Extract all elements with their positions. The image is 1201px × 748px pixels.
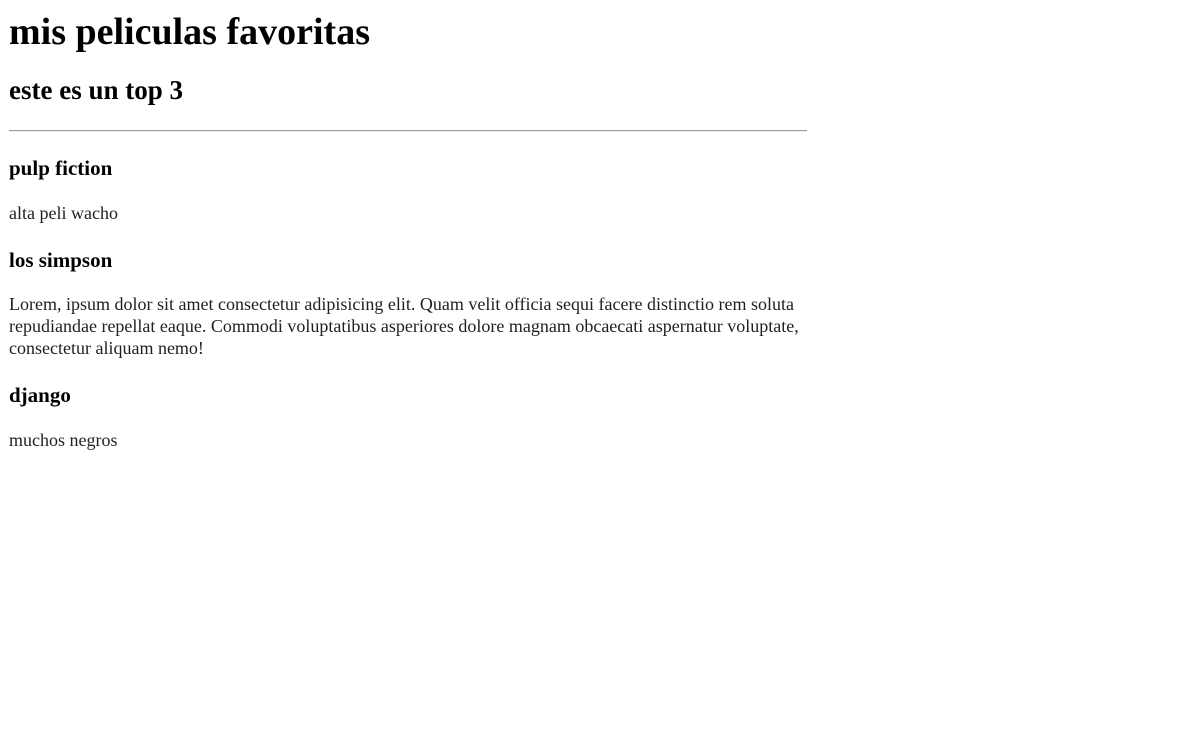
movie-title: django [9,383,71,407]
movie-item: los simpson Lorem, ipsum dolor sit amet … [9,248,807,359]
movie-description: muchos negros [9,430,118,450]
movie-description: alta peli wacho [9,203,118,223]
page: mis peliculas favoritas este es un top 3… [0,0,1201,748]
movie-title: los simpson [9,248,113,272]
movie-title: pulp fiction [9,156,113,180]
movie-item: django muchos negros [9,383,807,451]
content: mis peliculas favoritas este es un top 3… [9,0,807,451]
movie-description: Lorem, ipsum dolor sit amet consectetur … [9,294,799,358]
page-subtitle: este es un top 3 [9,75,183,105]
divider [9,130,807,132]
movie-item: pulp fiction alta peli wacho [9,156,807,224]
page-title: mis peliculas favoritas [9,11,370,53]
